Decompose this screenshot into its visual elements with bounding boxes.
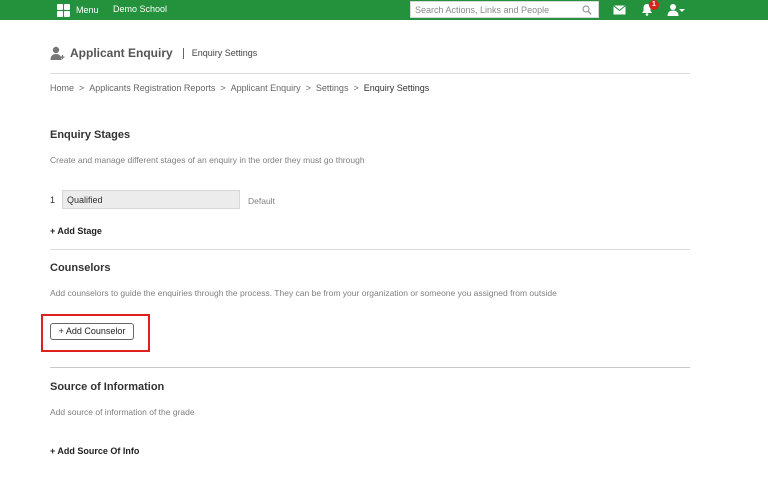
top-navigation-bar: Menu Demo School 1	[0, 0, 768, 20]
page-header: Applicant Enquiry Enquiry Settings	[50, 45, 257, 61]
counselors-title: Counselors	[50, 262, 111, 274]
add-counselor-button[interactable]: + Add Counselor	[50, 323, 134, 340]
stage-name-input[interactable]	[62, 190, 240, 209]
school-name-link[interactable]: Demo School	[113, 4, 167, 14]
notification-count-badge: 1	[649, 0, 659, 10]
breadcrumb: Home > Applicants Registration Reports >…	[50, 83, 429, 93]
section-divider	[50, 249, 690, 250]
breadcrumb-separator: >	[305, 83, 311, 93]
source-of-information-title: Source of Information	[50, 381, 165, 393]
source-of-information-description: Add source of information of the grade	[50, 407, 195, 417]
breadcrumb-current: Enquiry Settings	[363, 83, 430, 93]
breadcrumb-separator: >	[220, 83, 226, 93]
breadcrumb-home[interactable]: Home	[50, 83, 74, 93]
applicant-person-icon	[50, 46, 65, 60]
stage-number: 1	[50, 195, 56, 205]
breadcrumb-settings[interactable]: Settings	[316, 83, 349, 93]
section-divider	[50, 367, 690, 368]
page-title: Applicant Enquiry	[70, 46, 173, 60]
counselors-description: Add counselors to guide the enquiries th…	[50, 288, 557, 298]
header-divider	[182, 47, 184, 59]
add-stage-link[interactable]: + Add Stage	[50, 226, 102, 236]
mail-icon[interactable]	[613, 5, 626, 15]
grid-menu-icon	[57, 3, 70, 17]
breadcrumb-separator: >	[353, 83, 359, 93]
search-icon[interactable]	[582, 5, 592, 15]
menu-label: Menu	[76, 5, 99, 15]
add-source-of-info-link[interactable]: + Add Source Of Info	[50, 446, 139, 456]
stage-default-label: Default	[248, 196, 275, 206]
breadcrumb-applicants-registration-reports[interactable]: Applicants Registration Reports	[89, 83, 215, 93]
search-box	[410, 1, 599, 18]
user-profile-icon[interactable]	[667, 3, 679, 16]
search-input[interactable]	[415, 4, 575, 16]
enquiry-stages-title: Enquiry Stages	[50, 129, 131, 141]
breadcrumb-separator: >	[79, 83, 85, 93]
breadcrumb-applicant-enquiry[interactable]: Applicant Enquiry	[231, 83, 301, 93]
chevron-down-icon[interactable]	[679, 9, 685, 12]
enquiry-stages-description: Create and manage different stages of an…	[50, 155, 365, 165]
page-subtitle: Enquiry Settings	[191, 48, 258, 58]
menu-button[interactable]: Menu	[57, 2, 99, 18]
header-divider-line	[50, 73, 690, 74]
